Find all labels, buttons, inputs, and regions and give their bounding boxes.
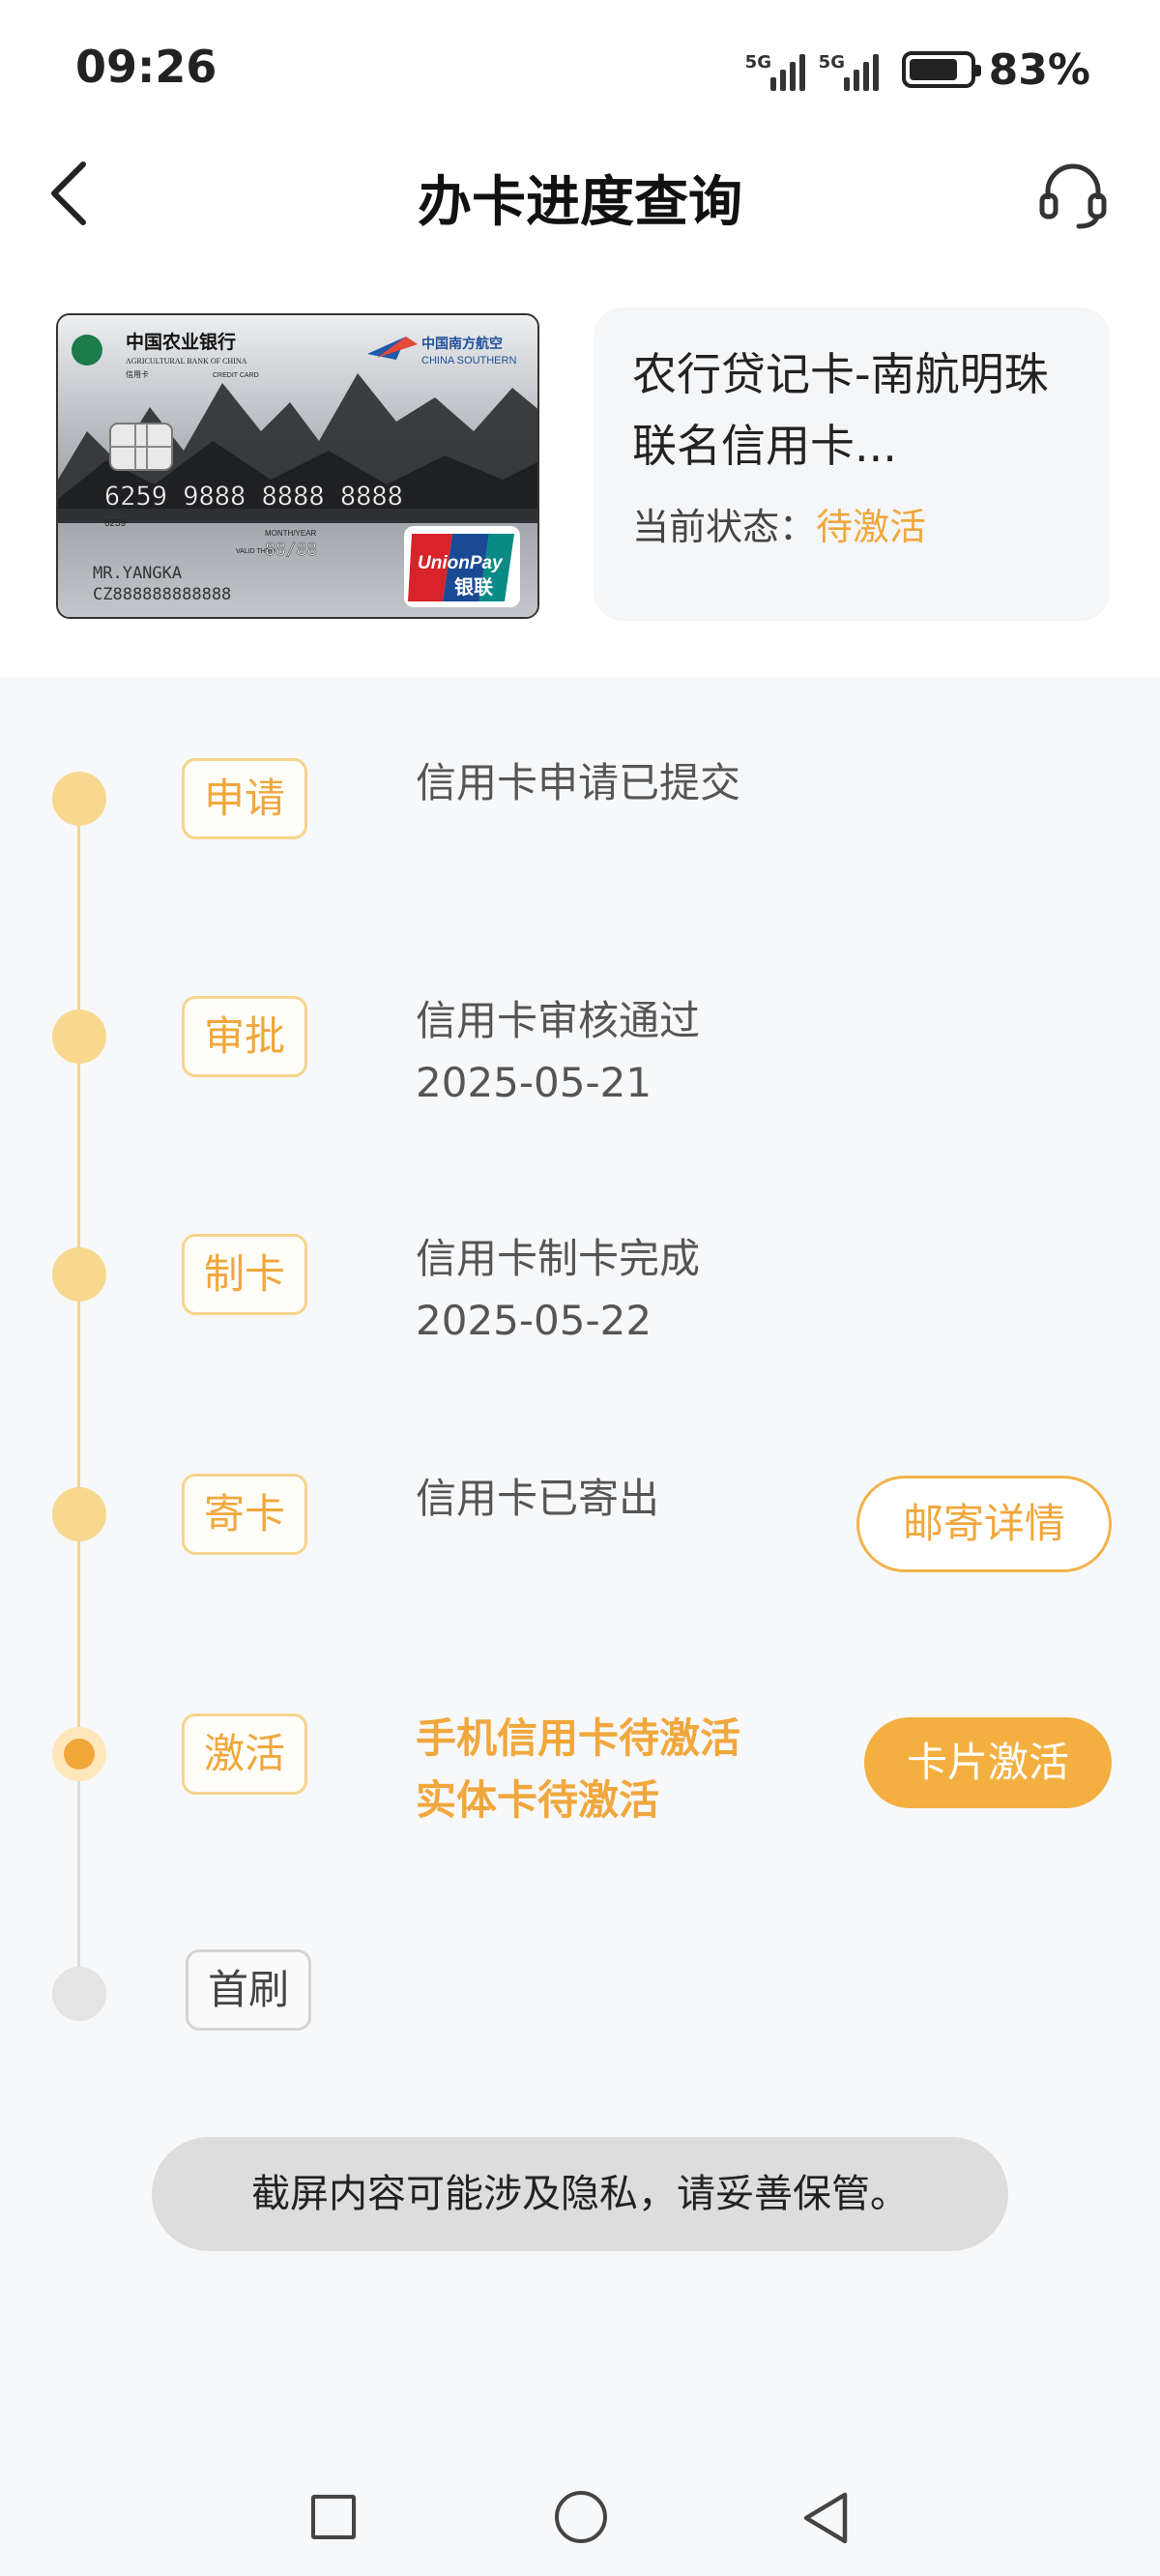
svg-text:银联: 银联	[454, 575, 493, 599]
status-icons: 5G 5G 83%	[745, 43, 1090, 97]
timeline-dot-active	[52, 1727, 106, 1781]
battery-percent: 83%	[988, 44, 1090, 95]
battery-icon	[901, 51, 981, 88]
activate-card-button[interactable]: 卡片激活	[864, 1717, 1112, 1808]
step-text-apply: 信用卡申请已提交	[416, 752, 740, 814]
airline-name-cn: 中国南方航空	[421, 336, 503, 351]
signal-label: 5G	[744, 52, 771, 73]
status-time: 09:26	[75, 41, 218, 93]
page-title: 办卡进度查询	[418, 171, 742, 234]
customer-service-button[interactable]	[1034, 155, 1112, 232]
month-year-label: MONTH/YEAR	[265, 529, 317, 538]
progress-timeline: 申请 信用卡申请已提交 审批 信用卡审核通过 2025-05-21 制卡 信用卡…	[0, 677, 1160, 2089]
step-tag-review: 审批	[182, 996, 307, 1077]
signal-label: 5G	[818, 52, 845, 73]
step-date: 2025-05-21	[416, 1059, 652, 1106]
step-text-review: 信用卡审核通过 2025-05-21	[416, 990, 700, 1114]
card-name: 农行贷记卡-南航明珠联名信用卡...	[632, 348, 1049, 472]
step-line: 信用卡制卡完成	[416, 1235, 701, 1282]
timeline-dot-pending	[52, 1967, 106, 2021]
bank-name-cn: 中国农业银行	[126, 331, 236, 353]
mailing-details-button[interactable]: 邮寄详情	[856, 1476, 1112, 1572]
step-line: 信用卡申请已提交	[416, 759, 741, 806]
step-tag-activate: 激活	[182, 1713, 307, 1795]
timeline-dot	[52, 1247, 106, 1302]
card-status-value: 待激活	[816, 506, 927, 548]
card-holder: MR.YANGKA	[93, 564, 182, 583]
step-line: 实体卡待激活	[416, 1776, 660, 1824]
step-text-activate: 手机信用卡待激活 实体卡待激活	[416, 1708, 740, 1831]
system-nav-bar	[0, 2456, 1160, 2576]
step-date: 2025-05-22	[416, 1297, 652, 1344]
signal-icon: 5G	[819, 48, 879, 91]
step-text-make-card: 信用卡制卡完成 2025-05-22	[416, 1228, 700, 1352]
card-number-small: 6259	[104, 518, 127, 529]
timeline-dot	[52, 1487, 106, 1541]
step-line: 信用卡审核通过	[416, 997, 701, 1044]
recent-apps-button[interactable]	[311, 2495, 356, 2539]
unionpay-logo: UnionPay 银联	[404, 526, 520, 607]
step-line: 手机信用卡待激活	[416, 1714, 741, 1762]
home-button[interactable]	[555, 2491, 607, 2543]
status-bar: 09:26 5G 5G 83%	[0, 0, 1160, 135]
step-line: 信用卡已寄出	[416, 1475, 660, 1522]
timeline-line-pending	[77, 1756, 80, 1994]
card-holder-code: CZ888888888888	[93, 585, 231, 604]
timeline-dot	[52, 1010, 106, 1064]
airline-name-en: CHINA SOUTHERN	[421, 355, 516, 366]
step-tag-apply: 申请	[182, 758, 307, 839]
svg-text:UnionPay: UnionPay	[418, 553, 504, 573]
credit-card-image: 中国农业银行 AGRICULTURAL BANK OF CHINA 信用卡 CR…	[56, 313, 539, 619]
step-text-mail-card: 信用卡已寄出	[416, 1468, 659, 1530]
step-tag-make-card: 制卡	[182, 1234, 307, 1315]
nav-back-button[interactable]	[798, 2489, 853, 2547]
bank-name-en: AGRICULTURAL BANK OF CHINA	[126, 357, 247, 366]
timeline-dot	[52, 772, 106, 826]
header: 办卡进度查询	[0, 135, 1160, 251]
signal-icon: 5G	[745, 48, 805, 91]
card-number: 6259 9888 8888 8888	[104, 482, 403, 512]
battery-fill	[909, 59, 958, 80]
card-type-en: CREDIT CARD	[213, 372, 259, 379]
triangle-back-icon	[803, 2492, 848, 2544]
step-tag-first-swipe: 首刷	[186, 1949, 311, 2031]
card-info-panel: 农行贷记卡-南航明珠联名信用卡... 当前状态：待激活	[594, 307, 1110, 621]
headset-icon	[1039, 163, 1107, 229]
card-status: 当前状态：待激活	[632, 497, 1071, 550]
card-status-label: 当前状态：	[632, 506, 817, 548]
privacy-toast: 截屏内容可能涉及隐私，请妥善保管。	[152, 2137, 1008, 2251]
step-tag-mail-card: 寄卡	[182, 1474, 307, 1555]
card-expiry: 88/88	[265, 540, 317, 560]
card-type-cn: 信用卡	[126, 369, 149, 379]
